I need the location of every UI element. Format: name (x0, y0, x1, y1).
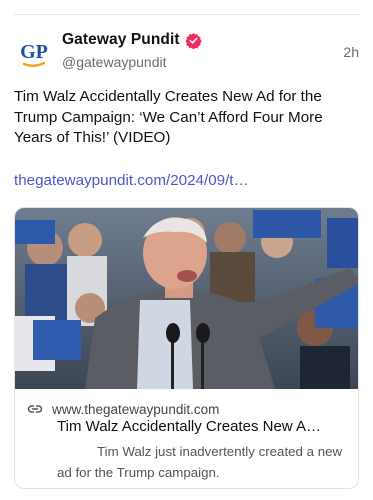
svg-text:GP: GP (20, 41, 48, 63)
author-handle[interactable]: @gatewaypundit (62, 54, 167, 70)
card-domain-row: www.thegatewaypundit.com (27, 401, 219, 417)
author-name[interactable]: Gateway Pundit (62, 31, 180, 49)
card-title: Tim Walz Accidentally Creates New A… (57, 418, 321, 435)
link-icon (27, 401, 43, 417)
link-preview-card[interactable]: www.thegatewaypundit.com Tim Walz Accide… (14, 207, 359, 489)
post[interactable]: GP Gateway Pundit @gatewaypundit 2h Tim … (0, 0, 373, 500)
link-preview-image (15, 208, 358, 389)
avatar[interactable]: GP (14, 35, 54, 75)
gateway-pundit-logo-icon: GP (20, 41, 48, 67)
post-text: Tim Walz Accidentally Creates New Ad for… (14, 88, 323, 146)
post-header: GP Gateway Pundit @gatewaypundit 2h (14, 31, 359, 75)
post-link[interactable]: thegatewaypundit.com/2024/09/t… (14, 172, 359, 189)
card-description: Tim Walz just inadvertently created a ne… (57, 444, 343, 480)
card-domain: www.thegatewaypundit.com (52, 401, 220, 417)
divider (14, 14, 359, 15)
verified-badge-icon (185, 32, 202, 49)
post-timestamp: 2h (343, 44, 359, 60)
